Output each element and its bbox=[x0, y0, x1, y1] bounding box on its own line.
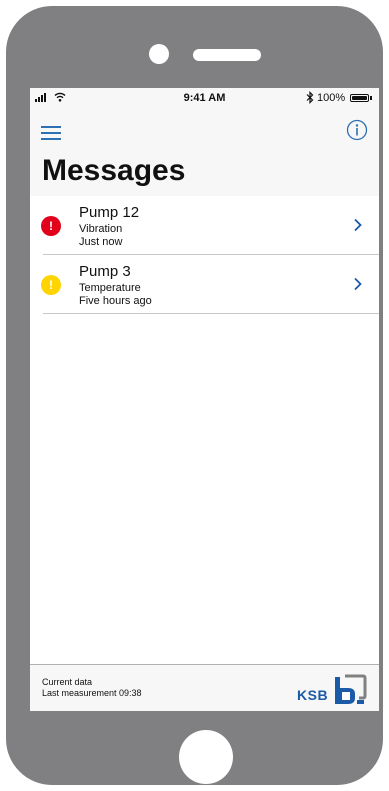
hamburger-menu-icon[interactable] bbox=[41, 124, 63, 140]
page-title: Messages bbox=[42, 154, 186, 187]
message-subtitle: Vibration bbox=[79, 223, 123, 235]
earpiece-speaker bbox=[193, 49, 261, 61]
footer-bar: Current data Last measurement 09:38 KSB bbox=[30, 664, 379, 711]
app-header: Messages bbox=[30, 110, 379, 196]
home-button[interactable] bbox=[179, 730, 233, 784]
message-title: Pump 3 bbox=[79, 263, 131, 280]
message-list: ! Pump 12 Vibration Just now ! Pump 3 Te… bbox=[30, 196, 379, 314]
alarm-icon: ! bbox=[41, 216, 61, 236]
footer-last-measurement: Last measurement 09:38 bbox=[42, 688, 142, 698]
message-item-pump-3[interactable]: ! Pump 3 Temperature Five hours ago bbox=[41, 255, 379, 314]
battery-tip bbox=[370, 96, 372, 100]
bluetooth-icon bbox=[306, 91, 314, 104]
chevron-right-icon bbox=[354, 218, 362, 232]
message-subtitle: Temperature bbox=[79, 282, 141, 294]
chevron-right-icon bbox=[354, 277, 362, 291]
app-screen: 9:41 AM 100% Messages ! Pump 12 Vibratio… bbox=[30, 88, 379, 711]
status-bar: 9:41 AM 100% bbox=[30, 88, 379, 110]
footer-current-data: Current data bbox=[42, 677, 93, 687]
info-circle-icon[interactable] bbox=[346, 119, 368, 141]
warning-icon: ! bbox=[41, 275, 61, 295]
ksb-logo-icon bbox=[335, 674, 367, 704]
message-title: Pump 12 bbox=[79, 204, 140, 221]
message-item-pump-12[interactable]: ! Pump 12 Vibration Just now bbox=[41, 196, 379, 255]
message-time: Just now bbox=[79, 236, 123, 248]
ksb-logo-text: KSB bbox=[297, 687, 329, 703]
battery-icon bbox=[350, 94, 369, 102]
front-camera bbox=[149, 44, 169, 64]
message-time: Five hours ago bbox=[79, 295, 152, 307]
battery-percentage: 100% bbox=[317, 92, 346, 104]
